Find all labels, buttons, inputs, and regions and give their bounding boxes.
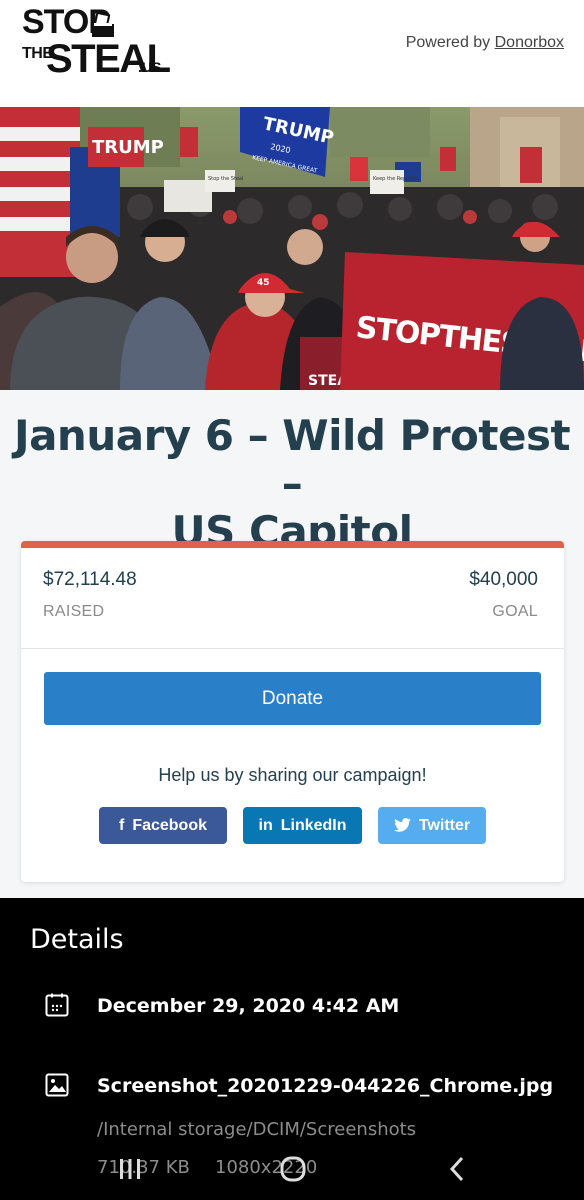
hero-image: TRUMP TRUMP 2020 KEEP AMERICA GREAT Stop… [0,107,584,390]
hero-trump-banner-text: TRUMP [92,137,164,158]
details-date: December 29, 2020 4:42 AM [97,995,400,1017]
image-details-panel: Details December 29, 2020 4:42 AM Screen… [0,898,584,1200]
share-linkedin-button[interactable]: in LinkedIn [243,807,362,844]
details-path: /Internal storage/DCIM/Screenshots [97,1119,417,1140]
hero-hat-text: 45 [257,278,270,288]
share-twitter-button[interactable]: Twitter [378,807,486,844]
home-icon[interactable] [278,1154,308,1184]
card-divider [21,648,564,649]
campaign-panel: January 6 – Wild Protest – US Capitol $7… [0,390,584,898]
facebook-label: Facebook [132,817,207,834]
calendar-icon [45,993,69,1017]
facebook-icon: f [118,817,125,834]
details-filename: Screenshot_20201229-044226_Chrome.jpg [97,1075,554,1097]
share-prompt: Help us by sharing our campaign! [158,765,427,785]
linkedin-label: LinkedIn [280,817,347,834]
donorbox-link[interactable]: Donorbox [495,34,564,51]
campaign-title-line1: January 6 – Wild Protest – [13,411,571,508]
linkedin-icon: in [258,817,273,834]
raised-amount: $72,114.48 [43,569,137,590]
donate-button[interactable]: Donate [44,672,541,725]
progress-fill [21,541,564,548]
image-icon [45,1073,69,1097]
details-title: Details [30,924,124,955]
goal-label: GOAL [492,603,538,620]
site-header: STOP THE STEAL .US Powered by Donorbox [0,0,584,107]
progress-bar [21,541,564,548]
powered-by-prefix: Powered by [405,34,495,51]
twitter-icon [393,818,411,832]
campaign-title: January 6 – Wild Protest – US Capitol [0,412,584,556]
stop-the-steal-logo[interactable]: STOP THE STEAL .US [22,4,171,80]
recents-icon[interactable] [115,1154,145,1184]
goal-amount: $40,000 [469,569,538,590]
raised-label: RAISED [43,603,105,620]
twitter-label: Twitter [418,817,471,834]
hero-small-sign2-text: Keep the Republic [373,176,418,182]
donation-card: $72,114.48 RAISED $40,000 GOAL Donate He… [21,541,564,882]
hero-small-sign-text: Stop the Steal [208,176,243,182]
logo-us: .US [138,59,162,75]
ballot-box-icon [92,12,114,37]
share-facebook-button[interactable]: f Facebook [99,807,227,844]
back-icon[interactable] [443,1154,473,1184]
logo-the: THE [22,45,53,62]
android-nav-bar [0,1148,584,1200]
powered-by: Powered by Donorbox [406,34,564,52]
